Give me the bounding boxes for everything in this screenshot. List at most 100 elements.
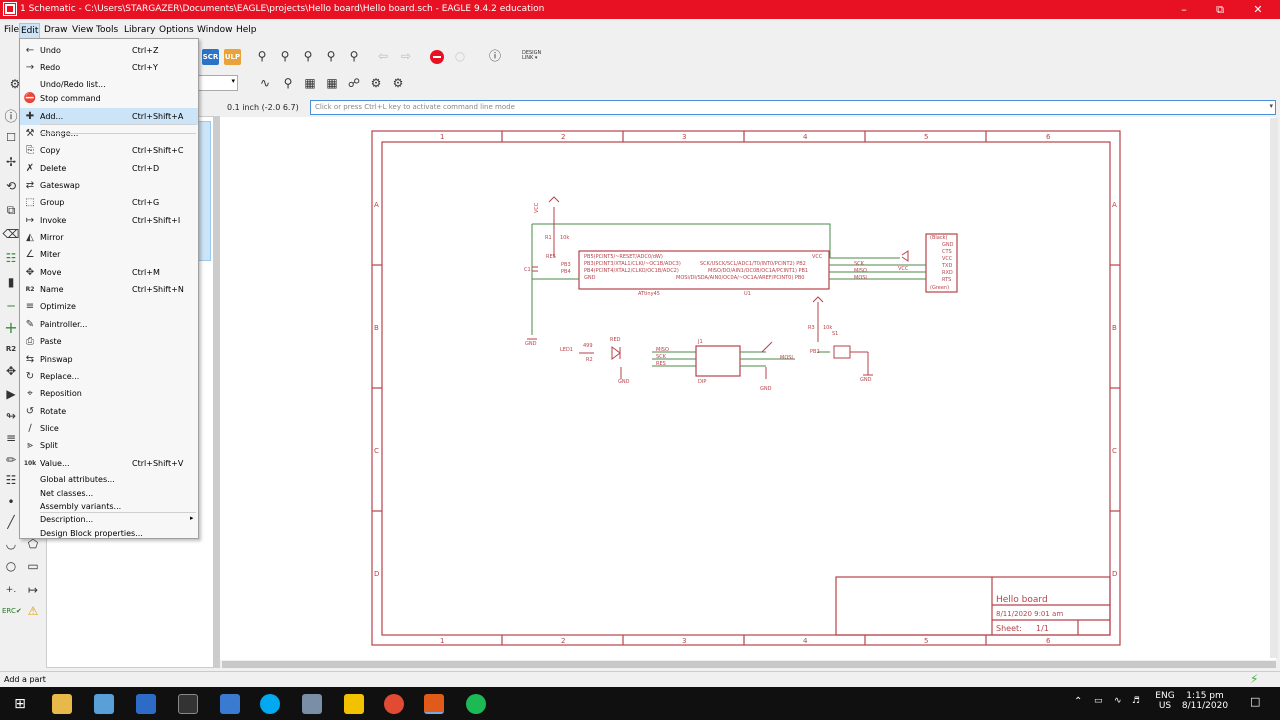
scr-button[interactable]: SCR: [202, 49, 219, 65]
battery-icon[interactable]: ▭: [1094, 696, 1103, 706]
zoom-redraw-icon[interactable]: ⚲: [345, 47, 363, 65]
add-tool-icon[interactable]: ☷: [2, 249, 20, 267]
edit-menu-item-add[interactable]: ✚ Add... Ctrl+Shift+A: [20, 108, 198, 125]
edit-menu-item-replace[interactable]: ↻ Replace...: [20, 368, 198, 385]
edit-menu-item-invoke[interactable]: ↦ Invoke Ctrl+Shift+I: [20, 212, 198, 229]
move-tool-icon[interactable]: ✢: [2, 153, 20, 171]
erc-icon[interactable]: ERC✔: [2, 602, 22, 620]
canvas-vertical-scrollbar[interactable]: [1270, 118, 1278, 658]
edit-menu-item-slice[interactable]: ∕ Slice: [20, 420, 198, 437]
circle-tool-icon[interactable]: ○: [2, 557, 20, 575]
gear-icon[interactable]: ⚙: [367, 74, 385, 92]
edit-menu-item-name[interactable]: R2 Name Ctrl+Shift+N: [20, 281, 198, 298]
wire-icon[interactable]: ∿: [256, 74, 274, 92]
go-icon[interactable]: ○: [451, 47, 469, 65]
stop-icon[interactable]: [430, 50, 444, 64]
tray-chevron-icon[interactable]: ⌃: [1074, 696, 1082, 707]
split-tool-icon[interactable]: •: [2, 493, 20, 511]
spotify-icon[interactable]: [466, 694, 486, 714]
pinswap-tool-icon[interactable]: ▶: [2, 385, 20, 403]
invoke-tool-icon[interactable]: ▮: [2, 273, 20, 291]
search-icon[interactable]: ⚲: [279, 74, 297, 92]
edit-menu-item-reposition[interactable]: ⌖ Reposition: [20, 385, 198, 402]
text-tool-icon[interactable]: +.: [2, 581, 20, 599]
windows-start-icon[interactable]: ⊞: [10, 694, 30, 714]
zoom-select-icon[interactable]: ⚲: [322, 47, 340, 65]
edit-menu-item-move[interactable]: ✥ Move Ctrl+M: [20, 264, 198, 281]
mirror-tool-icon[interactable]: ↬: [2, 407, 20, 425]
menu-window[interactable]: Window: [197, 25, 233, 35]
maximize-button[interactable]: ⧉: [1202, 0, 1238, 19]
edit-menu-item-paste[interactable]: ⎙ Paste: [20, 333, 198, 350]
edit-menu-item-paintroller[interactable]: ✎ Paintroller...: [20, 316, 198, 333]
app-chat-icon[interactable]: [136, 694, 156, 714]
net-tool-icon[interactable]: ─: [2, 297, 20, 315]
lightning-icon[interactable]: ⚡: [1250, 672, 1258, 686]
junction-tool-icon[interactable]: +: [2, 319, 20, 337]
slice-tool-icon[interactable]: ≡: [2, 429, 20, 447]
dimension-tool-icon[interactable]: ↦: [24, 581, 42, 599]
copy-tool-icon[interactable]: ⧉: [2, 201, 20, 219]
sheet-thumbnail[interactable]: [197, 121, 211, 261]
wifi-icon[interactable]: ∿: [1114, 696, 1122, 706]
menu-view[interactable]: View: [72, 25, 93, 35]
file-explorer-icon[interactable]: [52, 694, 72, 714]
menu-library[interactable]: Library: [124, 25, 155, 35]
help-icon[interactable]: ⓘ: [486, 47, 504, 65]
ulp-button[interactable]: ULP: [224, 49, 241, 65]
edit-menu-item-gateswap[interactable]: ⇄ Gateswap: [20, 177, 198, 194]
menu-options[interactable]: Options: [159, 25, 194, 35]
warning-icon[interactable]: ⚠: [24, 602, 42, 620]
clock[interactable]: 1:15 pm 8/11/2020: [1180, 691, 1230, 711]
command-dropdown-icon[interactable]: ▾: [1269, 102, 1273, 110]
edit-menu-item-optimize[interactable]: ≡ Optimize: [20, 298, 198, 315]
terminal-icon[interactable]: [178, 694, 198, 714]
menu-tools[interactable]: Tools: [96, 25, 118, 35]
edit-menu-item-split[interactable]: ⪢ Split: [20, 437, 198, 454]
layer-icon[interactable]: ▦: [323, 74, 341, 92]
line-tool-icon[interactable]: ╱: [2, 513, 20, 531]
grid-select[interactable]: ▾: [196, 75, 238, 91]
app-blue-icon[interactable]: [94, 694, 114, 714]
menu-help[interactable]: Help: [236, 25, 257, 35]
menu-file[interactable]: File: [4, 25, 19, 35]
edit-menu-item-rotate[interactable]: ↺ Rotate: [20, 403, 198, 420]
edit-menu-item-stop-command[interactable]: ⛔ Stop command: [20, 90, 198, 107]
eagle-taskbar-icon[interactable]: [424, 694, 444, 714]
edit-menu-item-delete[interactable]: ✗ Delete Ctrl+D: [20, 160, 198, 177]
notification-icon[interactable]: □: [1250, 695, 1260, 708]
edit-menu-item-miter[interactable]: ∠ Miter: [20, 246, 198, 263]
edit-menu-item-pinswap[interactable]: ⇆ Pinswap: [20, 351, 198, 368]
chrome-icon[interactable]: [384, 694, 404, 714]
edit-menu-item-design-block-properties[interactable]: Design Block properties...: [20, 525, 198, 542]
skype-icon[interactable]: [260, 694, 280, 714]
attach-icon[interactable]: ☍: [345, 74, 363, 92]
minimize-button[interactable]: –: [1166, 0, 1202, 19]
zoom-out-icon[interactable]: ⚲: [299, 47, 317, 65]
redo-toolbar-icon[interactable]: ⇨: [397, 47, 415, 65]
delete-tool-icon[interactable]: ⌫: [2, 225, 20, 243]
edit-menu-item-copy[interactable]: ⎘ Copy Ctrl+Shift+C: [20, 142, 198, 159]
edit-menu-item-value[interactable]: 10k Value... Ctrl+Shift+V: [20, 455, 198, 472]
name-tool-icon[interactable]: R2: [2, 340, 20, 358]
command-line-input[interactable]: Click or press Ctrl+L key to activate co…: [310, 100, 1276, 115]
gear-alt-icon[interactable]: ⚙: [389, 74, 407, 92]
show-icon[interactable]: ☐: [2, 129, 20, 147]
edit-menu-item-group[interactable]: ⬚ Group Ctrl+G: [20, 194, 198, 211]
canvas-horizontal-scrollbar[interactable]: [222, 661, 1276, 668]
volume-icon[interactable]: ♬: [1132, 696, 1140, 706]
language-indicator[interactable]: ENG US: [1152, 691, 1178, 711]
app-network-icon[interactable]: [220, 694, 240, 714]
arc-tool-icon[interactable]: ◡: [2, 535, 20, 553]
edit-menu-item-redo[interactable]: → Redo Ctrl+Y: [20, 59, 198, 76]
info-icon[interactable]: ⓘ: [2, 109, 20, 127]
grid-icon[interactable]: ▦: [301, 74, 319, 92]
zoom-in-icon[interactable]: ⚲: [276, 47, 294, 65]
menu-draw[interactable]: Draw: [44, 25, 68, 35]
value-tool-icon[interactable]: ☷: [2, 471, 20, 489]
paint-tool-icon[interactable]: ✏: [2, 451, 20, 469]
schematic-canvas[interactable]: 1 2 3 4 5 6 1 2 3 4 5 6 A B C D A B C D …: [220, 117, 1276, 660]
app-folder-icon[interactable]: [302, 694, 322, 714]
zoom-fit-icon[interactable]: ⚲: [253, 47, 271, 65]
edit-menu-item-undo[interactable]: ← Undo Ctrl+Z: [20, 42, 198, 59]
